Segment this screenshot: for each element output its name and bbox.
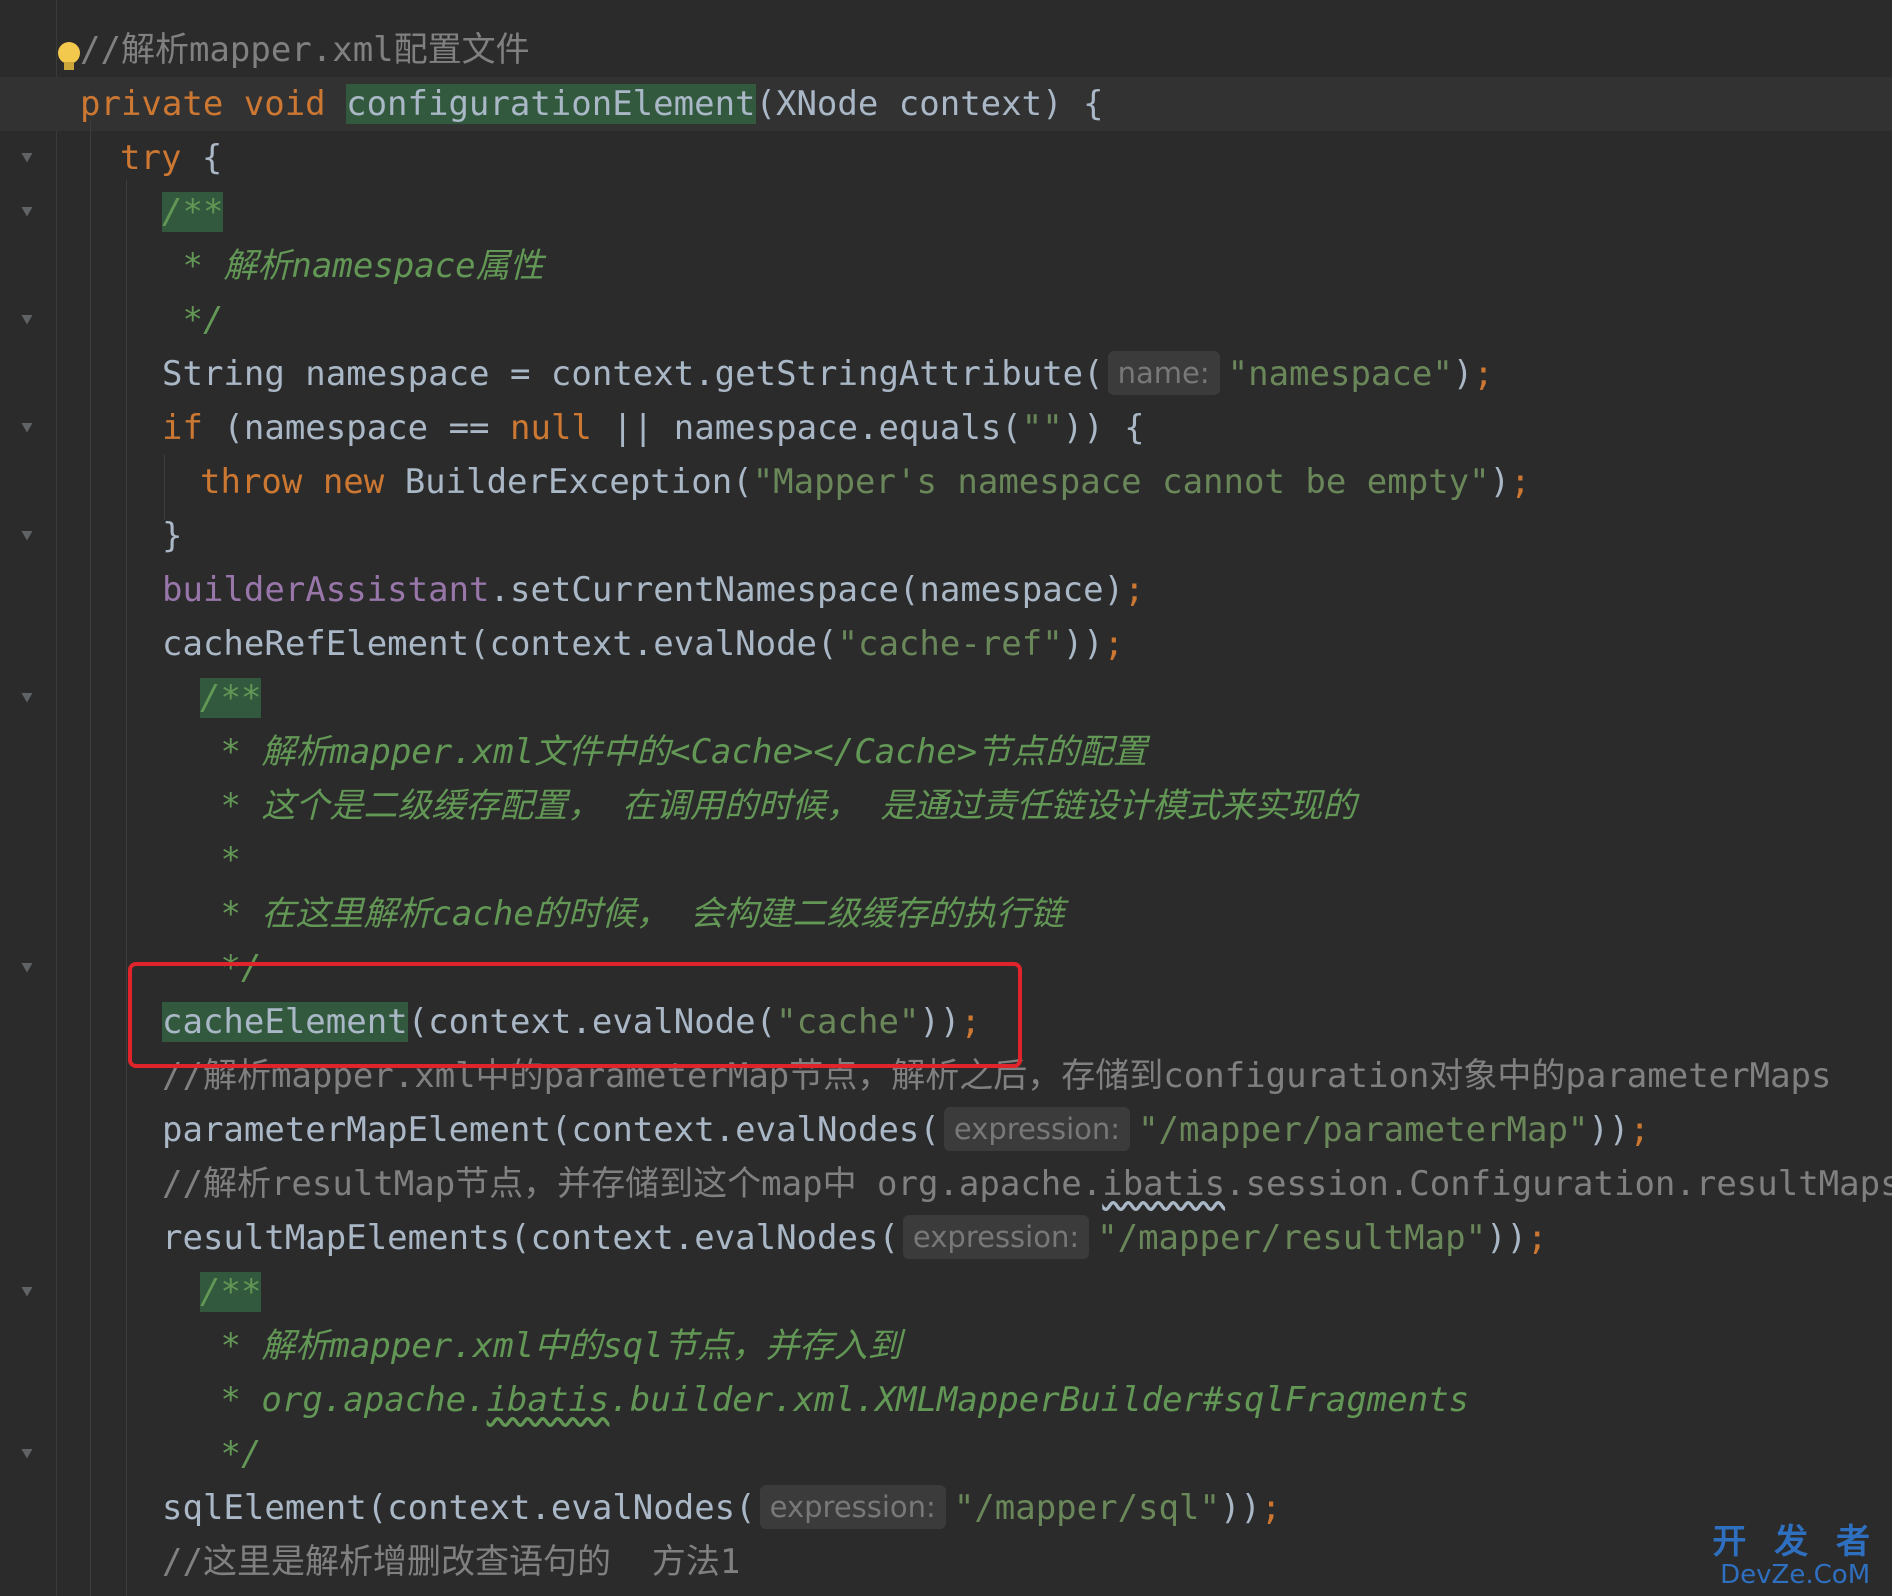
code-token: || namespace.equals( bbox=[612, 408, 1022, 448]
code-line[interactable]: /** bbox=[0, 185, 1892, 239]
code-token: BuilderException( bbox=[404, 462, 753, 502]
code-line[interactable]: //解析mapper.xml配置文件 bbox=[0, 23, 1892, 77]
code-token: )) { bbox=[1062, 408, 1145, 448]
code-token: { bbox=[201, 138, 223, 178]
code-token: (XNode context) { bbox=[755, 84, 1104, 124]
code-token: /** bbox=[200, 1272, 262, 1312]
code-token: throw new bbox=[200, 462, 405, 502]
indent-guide bbox=[126, 180, 127, 1596]
code-token: * 解析namespace属性 bbox=[162, 246, 544, 286]
code-editor[interactable]: ⯆⯆⯆⯆⯆⯆⯆⯆⯆⯆ //解析mapper.xml配置文件private voi… bbox=[0, 0, 1892, 1596]
code-token: ; bbox=[1103, 624, 1125, 664]
code-line[interactable]: */ bbox=[0, 1427, 1892, 1481]
parameter-hint: expression: bbox=[759, 1485, 946, 1529]
code-token: ; bbox=[1629, 1110, 1650, 1150]
parameter-hint: name: bbox=[1107, 351, 1220, 395]
code-line[interactable]: * org.apache.ibatis.builder.xml.XMLMappe… bbox=[0, 1373, 1892, 1427]
code-line[interactable]: sqlElement(context.evalNodes(expression:… bbox=[0, 1481, 1892, 1535]
code-token: .session.Configuration.resultMaps bbox=[1225, 1164, 1892, 1204]
code-token: ) bbox=[1452, 354, 1474, 394]
code-token: .setCurrentNamespace(namespace) bbox=[489, 570, 1125, 610]
code-token: * org.apache. bbox=[200, 1380, 487, 1420]
code-line[interactable]: cacheRefElement(context.evalNode("cache-… bbox=[0, 617, 1892, 671]
code-line[interactable]: * 解析mapper.xml中的sql节点，并存入到 bbox=[0, 1319, 1892, 1373]
code-token: sqlElement(context.evalNodes( bbox=[162, 1488, 756, 1528]
code-token: //这里是解析增删改查语句的 方法1 bbox=[162, 1542, 741, 1582]
code-token: * 在这里解析cache的时候， 会构建二级缓存的执行链 bbox=[200, 894, 1065, 934]
code-token: "namespace" bbox=[1227, 354, 1453, 394]
code-line[interactable]: builderAssistant.setCurrentNamespace(nam… bbox=[0, 563, 1892, 617]
parameter-hint: expression: bbox=[902, 1215, 1090, 1259]
code-token: (namespace == bbox=[223, 408, 510, 448]
annotation-highlight-box bbox=[128, 962, 1022, 1068]
code-line[interactable]: */ bbox=[0, 293, 1892, 347]
indent-guide bbox=[164, 455, 165, 520]
code-token: null bbox=[510, 408, 613, 448]
code-token: * 解析mapper.xml文件中的<Cache></Cache>节点的配置 bbox=[200, 732, 1148, 772]
code-token: .builder.xml.XMLMapperBuilder#sqlFragmen… bbox=[609, 1380, 1470, 1420]
code-token: )) bbox=[1062, 624, 1104, 664]
code-token: //解析mapper.xml配置文件 bbox=[80, 30, 530, 70]
code-token: if bbox=[162, 408, 224, 448]
code-line[interactable]: String namespace = context.getStringAttr… bbox=[0, 347, 1892, 401]
code-line[interactable]: * bbox=[0, 833, 1892, 887]
code-token: "/mapper/sql" bbox=[953, 1488, 1220, 1528]
code-token: ; bbox=[1527, 1218, 1548, 1258]
code-token: ibatis bbox=[486, 1380, 610, 1420]
code-token: /** bbox=[200, 678, 262, 718]
code-line[interactable]: /** bbox=[0, 1265, 1892, 1319]
code-line[interactable]: if (namespace == null || namespace.equal… bbox=[0, 401, 1892, 455]
code-token: )) bbox=[1219, 1488, 1261, 1528]
code-token: ; bbox=[1473, 354, 1494, 394]
code-line[interactable]: private void configurationElement(XNode … bbox=[0, 77, 1892, 131]
code-token: )) bbox=[1486, 1218, 1528, 1258]
parameter-hint: expression: bbox=[943, 1107, 1131, 1151]
code-line[interactable]: } bbox=[0, 509, 1892, 563]
code-token: "cache-ref" bbox=[837, 624, 1063, 664]
code-token: ; bbox=[1510, 462, 1531, 502]
lightbulb-icon[interactable] bbox=[58, 42, 80, 70]
code-token: configurationElement bbox=[346, 84, 756, 124]
code-token: try bbox=[120, 138, 202, 178]
code-token: parameterMapElement(context.evalNodes( bbox=[162, 1110, 940, 1150]
code-token: "" bbox=[1021, 408, 1063, 448]
code-token: * 这个是二级缓存配置， 在调用的时候， 是通过责任链设计模式来实现的 bbox=[200, 786, 1357, 826]
code-line[interactable]: throw new BuilderException("Mapper's nam… bbox=[0, 455, 1892, 509]
watermark-top: 开 发 者 bbox=[1712, 1522, 1878, 1562]
code-token: "/mapper/parameterMap" bbox=[1138, 1110, 1589, 1150]
code-token: cacheRefElement(context.evalNode( bbox=[162, 624, 838, 664]
code-token: ibatis bbox=[1102, 1164, 1226, 1204]
code-line[interactable]: //这里是解析增删改查语句的 方法1 bbox=[0, 1535, 1892, 1589]
code-token: private void bbox=[80, 84, 347, 124]
code-token: )) bbox=[1588, 1110, 1630, 1150]
code-token: /** bbox=[162, 192, 224, 232]
code-line[interactable]: parameterMapElement(context.evalNodes(ex… bbox=[0, 1103, 1892, 1157]
code-line[interactable]: /** bbox=[0, 671, 1892, 725]
code-line[interactable]: * 这个是二级缓存配置， 在调用的时候， 是通过责任链设计模式来实现的 bbox=[0, 779, 1892, 833]
code-token: builderAssistant bbox=[162, 570, 490, 610]
code-token: ; bbox=[1124, 570, 1145, 610]
code-token: * bbox=[200, 840, 241, 880]
code-line[interactable]: //解析resultMap节点，并存储到这个map中 org.apache.ib… bbox=[0, 1157, 1892, 1211]
code-token: */ bbox=[200, 1434, 262, 1474]
indent-guide bbox=[90, 120, 91, 1596]
code-line[interactable]: * 在这里解析cache的时候， 会构建二级缓存的执行链 bbox=[0, 887, 1892, 941]
code-line[interactable]: resultMapElements(context.evalNodes(expr… bbox=[0, 1211, 1892, 1265]
code-token: * 解析mapper.xml中的sql节点，并存入到 bbox=[200, 1326, 902, 1366]
code-token: String namespace = context.getStringAttr… bbox=[162, 354, 1104, 394]
code-token: */ bbox=[162, 300, 224, 340]
code-token: //解析resultMap节点，并存储到这个map中 org.apache. bbox=[162, 1164, 1103, 1204]
code-line[interactable]: * 解析mapper.xml文件中的<Cache></Cache>节点的配置 bbox=[0, 725, 1892, 779]
code-token: ; bbox=[1260, 1488, 1282, 1528]
code-token: } bbox=[162, 516, 183, 556]
site-watermark: 开 发 者 DevZe.CoM bbox=[1712, 1524, 1878, 1590]
code-token: ) bbox=[1489, 462, 1511, 502]
code-line[interactable]: * 解析namespace属性 bbox=[0, 239, 1892, 293]
watermark-bottom: DevZe.CoM bbox=[1720, 1560, 1871, 1590]
code-token: "Mapper's namespace cannot be empty" bbox=[752, 462, 1490, 502]
code-token: resultMapElements(context.evalNodes( bbox=[162, 1218, 899, 1258]
code-line[interactable]: try { bbox=[0, 131, 1892, 185]
code-token: "/mapper/resultMap" bbox=[1097, 1218, 1487, 1258]
